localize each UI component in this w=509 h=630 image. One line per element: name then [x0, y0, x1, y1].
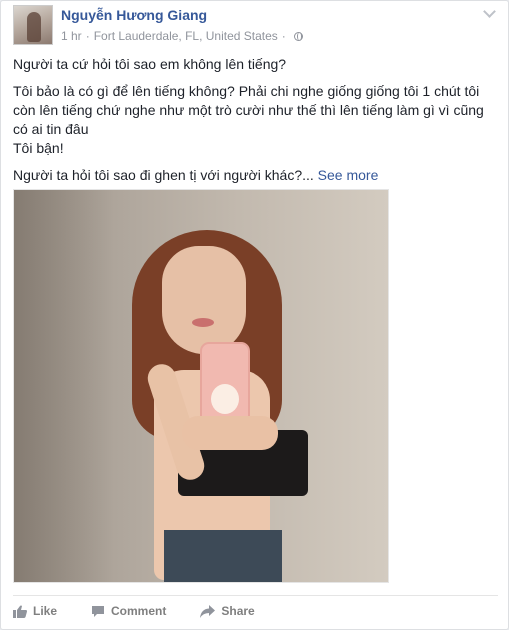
- comment-label: Comment: [111, 604, 167, 618]
- post-teaser-line: Người ta hỏi tôi sao đi ghen tị với ngườ…: [13, 166, 493, 185]
- post-header: Nguyễn Hương Giang 1 hr · Fort Lauderdal…: [13, 5, 498, 45]
- photo-phone-bunny: [211, 384, 239, 414]
- like-button[interactable]: Like: [13, 604, 57, 618]
- avatar[interactable]: [13, 5, 53, 45]
- share-button[interactable]: Share: [200, 604, 255, 618]
- photo-face: [162, 246, 246, 354]
- meta-separator: ·: [85, 29, 90, 43]
- photo-background-shadow: [14, 190, 114, 582]
- post-paragraph: còn lên tiếng chứ nghe như một trò cười …: [13, 102, 484, 118]
- post-paragraph: Tôi bận!: [13, 140, 64, 156]
- globe-icon[interactable]: [293, 31, 303, 41]
- comment-button[interactable]: Comment: [91, 604, 166, 618]
- post-location[interactable]: Fort Lauderdale, FL, United States: [94, 29, 278, 43]
- avatar-figure: [27, 12, 41, 42]
- post-card: Nguyễn Hương Giang 1 hr · Fort Lauderdal…: [0, 0, 509, 630]
- chevron-down-icon[interactable]: [483, 5, 496, 18]
- post-meta: 1 hr · Fort Lauderdale, FL, United State…: [61, 29, 303, 43]
- thumbs-up-icon: [13, 605, 27, 618]
- photo-jeans: [164, 530, 282, 582]
- share-label: Share: [221, 604, 255, 618]
- see-more-link[interactable]: See more: [318, 167, 379, 183]
- post-photo[interactable]: [13, 189, 389, 583]
- post-time[interactable]: 1 hr: [61, 29, 82, 43]
- post-paragraph: có ai tin đâu: [13, 121, 89, 137]
- post-actions: Like Comment Share: [13, 595, 498, 626]
- comment-icon: [92, 605, 105, 617]
- meta-separator: ·: [281, 29, 286, 43]
- photo-lips: [192, 318, 214, 327]
- post-paragraph: Tôi bảo là có gì để lên tiếng không? Phả…: [13, 83, 480, 99]
- photo-hands: [182, 416, 278, 450]
- post-text: Người ta cứ hỏi tôi sao em không lên tiế…: [13, 55, 493, 193]
- author-name[interactable]: Nguyễn Hương Giang: [61, 7, 207, 23]
- post-teaser: Người ta hỏi tôi sao đi ghen tị với ngườ…: [13, 167, 314, 183]
- share-arrow-icon: [200, 604, 216, 618]
- like-label: Like: [33, 604, 58, 618]
- post-paragraph: Người ta cứ hỏi tôi sao em không lên tiế…: [13, 56, 287, 72]
